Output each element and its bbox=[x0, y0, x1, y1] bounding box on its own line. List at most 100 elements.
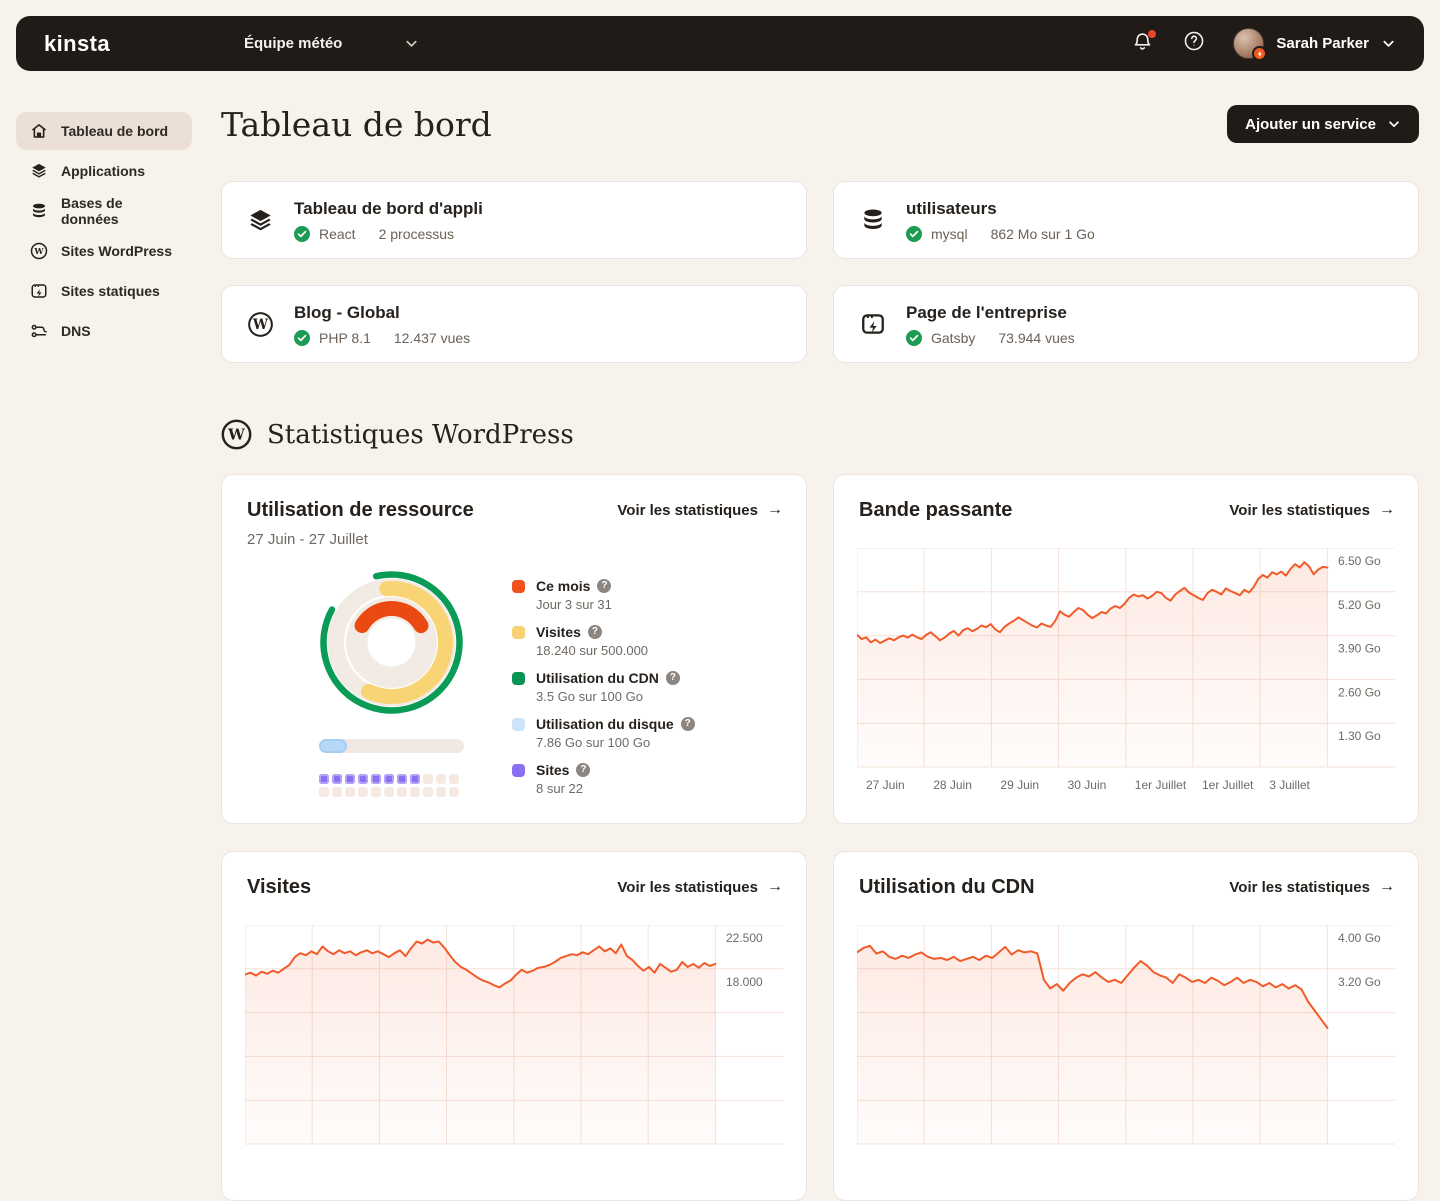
site-dot bbox=[410, 787, 420, 797]
site-dot bbox=[397, 774, 407, 784]
service-card-users-db[interactable]: utilisateurs mysql 862 Mo sur 1 Go bbox=[833, 181, 1419, 259]
legend-value: Jour 3 sur 31 bbox=[536, 597, 612, 612]
svg-text:22.500: 22.500 bbox=[726, 931, 763, 945]
site-dot bbox=[319, 774, 329, 784]
resource-donut-chart bbox=[320, 571, 463, 714]
sidebar-item-label: Bases de données bbox=[61, 195, 123, 227]
database-icon bbox=[30, 202, 48, 220]
sidebar-item-applications[interactable]: Applications bbox=[16, 152, 192, 190]
card-title: Utilisation du CDN bbox=[859, 876, 1035, 898]
resource-legend: Ce mois? Jour 3 sur 31 Visites? 18.240 s… bbox=[512, 570, 695, 807]
visits-chart: 22.500 18.000 bbox=[245, 925, 783, 1145]
legend-swatch bbox=[512, 672, 525, 685]
help-icon[interactable]: ? bbox=[587, 625, 602, 639]
help-button[interactable] bbox=[1181, 31, 1207, 57]
static-site-icon bbox=[30, 282, 48, 300]
legend-value: 3.5 Go sur 100 Go bbox=[536, 689, 643, 704]
sidebar-item-wordpress-sites[interactable]: W Sites WordPress bbox=[16, 232, 192, 270]
legend-swatch bbox=[512, 718, 525, 731]
svg-text:1er Juillet: 1er Juillet bbox=[1135, 778, 1187, 792]
arrow-right-icon: → bbox=[1379, 878, 1395, 895]
sidebar: Tableau de bord Applications Bases de do… bbox=[16, 112, 192, 352]
view-stats-label: Voir les statistiques bbox=[1229, 501, 1370, 519]
svg-text:3.20 Go: 3.20 Go bbox=[1338, 975, 1381, 989]
wordpress-icon: W bbox=[221, 419, 252, 450]
add-service-label: Ajouter un service bbox=[1245, 115, 1376, 133]
sidebar-item-dashboard[interactable]: Tableau de bord bbox=[16, 112, 192, 150]
site-dot bbox=[397, 787, 407, 797]
service-card-company-page[interactable]: Page de l'entreprise Gatsby 73.944 vues bbox=[833, 285, 1419, 363]
view-stats-label: Voir les statistiques bbox=[1229, 878, 1370, 896]
svg-text:W: W bbox=[227, 426, 245, 444]
svg-text:3 Juillet: 3 Juillet bbox=[1269, 778, 1310, 792]
service-meta: 862 Mo sur 1 Go bbox=[990, 225, 1095, 242]
view-stats-link[interactable]: Voir les statistiques → bbox=[617, 876, 783, 896]
svg-text:5.20 Go: 5.20 Go bbox=[1338, 598, 1381, 612]
site-dot bbox=[332, 787, 342, 797]
notifications-button[interactable] bbox=[1129, 29, 1157, 57]
help-icon[interactable]: ? bbox=[597, 579, 612, 593]
stats-section-title: Statistiques WordPress bbox=[267, 419, 574, 450]
arrow-right-icon: → bbox=[767, 878, 783, 895]
site-dot bbox=[449, 787, 459, 797]
home-icon bbox=[30, 122, 48, 140]
stack-icon bbox=[247, 207, 274, 234]
help-icon[interactable]: ? bbox=[680, 717, 695, 731]
service-tech: mysql bbox=[931, 225, 968, 242]
card-title: Visites bbox=[247, 876, 312, 898]
svg-text:4.00 Go: 4.00 Go bbox=[1338, 931, 1381, 945]
sidebar-item-label: Sites WordPress bbox=[61, 243, 173, 259]
svg-text:W: W bbox=[33, 246, 44, 256]
site-dot bbox=[384, 787, 394, 797]
legend-value: 18.240 sur 500.000 bbox=[536, 643, 649, 658]
sidebar-item-label: Applications bbox=[61, 163, 146, 179]
view-stats-link[interactable]: Voir les statistiques → bbox=[1229, 876, 1395, 896]
legend-item-cdn: Utilisation du CDN? 3.5 Go sur 100 Go bbox=[512, 669, 695, 705]
user-menu[interactable]: Sarah Parker bbox=[1233, 28, 1396, 61]
main-content: Tableau de bord Ajouter un service Table… bbox=[221, 96, 1419, 1201]
service-card-app-dashboard[interactable]: Tableau de bord d'appli React 2 processu… bbox=[221, 181, 807, 259]
legend-item-month: Ce mois? Jour 3 sur 31 bbox=[512, 577, 695, 613]
avatar bbox=[1233, 28, 1268, 61]
arrow-right-icon: → bbox=[767, 501, 783, 518]
service-card-title: Blog - Global bbox=[294, 302, 400, 322]
status-check-icon bbox=[294, 329, 310, 346]
legend-swatch bbox=[512, 580, 525, 593]
sidebar-item-static-sites[interactable]: Sites statiques bbox=[16, 272, 192, 310]
user-name: Sarah Parker bbox=[1276, 35, 1369, 52]
add-service-button[interactable]: Ajouter un service bbox=[1227, 105, 1419, 143]
site-dot bbox=[332, 774, 342, 784]
service-meta: 73.944 vues bbox=[998, 329, 1075, 346]
legend-item-disk: Utilisation du disque? 7.86 Go sur 100 G… bbox=[512, 715, 695, 751]
sidebar-item-dns[interactable]: DNS bbox=[16, 312, 192, 350]
legend-swatch bbox=[512, 626, 525, 639]
chevron-down-icon bbox=[404, 36, 419, 51]
service-tech: PHP 8.1 bbox=[319, 329, 371, 346]
site-dot bbox=[345, 787, 355, 797]
svg-text:18.000: 18.000 bbox=[726, 975, 763, 989]
site-dot bbox=[423, 774, 433, 784]
wordpress-icon: W bbox=[30, 242, 48, 260]
site-dot bbox=[358, 774, 368, 784]
view-stats-link[interactable]: Voir les statistiques → bbox=[1229, 499, 1395, 519]
database-icon bbox=[859, 207, 886, 234]
site-dot bbox=[371, 774, 381, 784]
card-title: Bande passante bbox=[859, 499, 1013, 521]
svg-text:30 Juin: 30 Juin bbox=[1068, 778, 1107, 792]
view-stats-link[interactable]: Voir les statistiques → bbox=[617, 499, 783, 519]
status-check-icon bbox=[294, 225, 310, 242]
wordpress-icon: W bbox=[247, 311, 274, 338]
help-icon[interactable]: ? bbox=[665, 671, 680, 685]
team-selector[interactable]: Équipe météo bbox=[244, 35, 419, 52]
help-icon[interactable]: ? bbox=[576, 763, 591, 777]
site-dot bbox=[436, 787, 446, 797]
site-dot bbox=[449, 774, 459, 784]
static-site-icon bbox=[859, 311, 886, 338]
service-card-blog[interactable]: W Blog - Global PHP 8.1 12.437 vues bbox=[221, 285, 807, 363]
legend-value: 7.86 Go sur 100 Go bbox=[536, 735, 651, 750]
month-progress-fill bbox=[319, 739, 347, 753]
legend-label: Utilisation du CDN bbox=[536, 670, 659, 686]
help-icon bbox=[1183, 30, 1205, 57]
resource-usage-card: Utilisation de ressource Voir les statis… bbox=[221, 474, 807, 824]
sidebar-item-databases[interactable]: Bases de données bbox=[16, 192, 192, 230]
